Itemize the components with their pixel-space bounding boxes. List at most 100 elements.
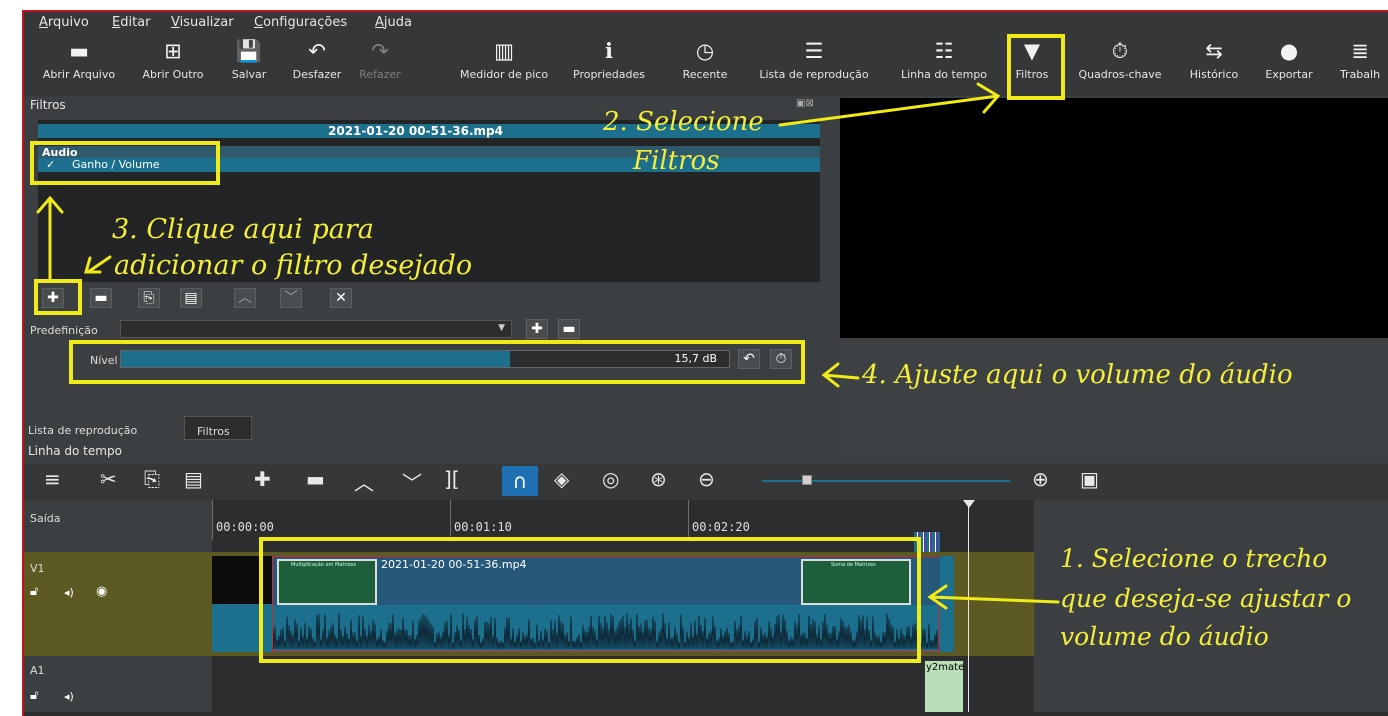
- tick-label: 00:02:20: [692, 520, 750, 534]
- annotation-step2-line1: 2. Selecione: [603, 107, 764, 137]
- menu-arquivo[interactable]: Arquivo: [39, 15, 89, 30]
- recent-button[interactable]: ◷ Recente: [674, 34, 736, 96]
- move-down-button[interactable]: ﹀: [280, 288, 302, 308]
- timeline-toolbar: ≡ ✂ ⎘ ▤ ✚ ▬ ︿ ﹀ ][ ∩ ◈ ◎ ⊛ ⊖ ⊕ ▣: [24, 464, 1388, 500]
- lift-icon[interactable]: ︿: [354, 467, 374, 496]
- playlist-button[interactable]: ☰ Lista de reprodução: [749, 34, 879, 96]
- menu-configuracoes[interactable]: Configurações: [254, 15, 347, 30]
- lock-icon[interactable]: 🔓︎: [30, 584, 38, 599]
- open-other-button[interactable]: ⊞ Abrir Outro: [138, 34, 208, 96]
- paste-icon[interactable]: ▤: [184, 467, 203, 491]
- copy-filter-button[interactable]: ⎘: [138, 288, 160, 308]
- zoom-in-icon[interactable]: ⊕: [1032, 467, 1049, 491]
- dock-tabs: Lista de reprodução Filtros: [24, 416, 824, 440]
- clock-icon: ◷: [695, 39, 715, 63]
- timeline-icon: ☷: [934, 39, 954, 63]
- audio-clip-y2mate[interactable]: y2mate: [924, 660, 964, 716]
- append-icon[interactable]: ✚: [254, 467, 271, 491]
- open-file-button[interactable]: ▬ Abrir Arquivo: [38, 34, 120, 96]
- status-strip: [24, 712, 1388, 716]
- v1-track-header: V1 🔓︎ ◂) ◉: [24, 552, 212, 656]
- save-icon: 💾: [235, 39, 263, 63]
- menu-ajuda[interactable]: Ajuda: [375, 15, 412, 30]
- database-icon: ≣: [1351, 39, 1369, 63]
- annotation-step3-line1: 3. Clique aqui para: [112, 214, 374, 245]
- mute-icon[interactable]: ◂): [64, 586, 74, 599]
- zoom-fit-icon[interactable]: ▣: [1080, 467, 1099, 491]
- chevron-down-icon: ▼: [498, 323, 505, 333]
- save-button[interactable]: 💾 Salvar: [228, 34, 270, 96]
- clip-tail[interactable]: [940, 556, 954, 652]
- paste-filter-button[interactable]: ▤: [180, 288, 202, 308]
- annotation-step3-line2: adicionar o filtro desejado: [114, 250, 473, 281]
- zoom-slider-handle[interactable]: [802, 475, 812, 485]
- filters-panel-title: Filtros: [30, 98, 66, 112]
- highlight-add-button: [34, 279, 82, 315]
- highlight-clip: [259, 537, 921, 663]
- annotation-step1-line3: volume do áudio: [1060, 622, 1269, 651]
- split-icon[interactable]: ][: [444, 467, 460, 491]
- copy-icon[interactable]: ⎘: [144, 467, 160, 491]
- output-label: Saída: [30, 512, 61, 525]
- highlight-filter-item: [30, 141, 220, 185]
- timeline-title: Linha do tempo: [28, 444, 122, 458]
- a1-track-header: A1 🔓︎ ◂): [24, 656, 212, 716]
- playhead-handle[interactable]: [963, 500, 975, 508]
- lock-icon[interactable]: 🔓︎: [30, 688, 38, 703]
- history-icon: ⇆: [1205, 39, 1223, 63]
- overwrite-icon[interactable]: ﹀: [402, 467, 422, 496]
- ripple-icon[interactable]: ◎: [602, 467, 619, 491]
- annotation-step4: 4. Ajuste aqui o volume do áudio: [862, 360, 1293, 390]
- tick-label: 00:01:10: [454, 520, 512, 534]
- tab-playlist[interactable]: Lista de reprodução: [28, 424, 137, 437]
- timeline-button[interactable]: ☷ Linha do tempo: [894, 34, 994, 96]
- zoom-out-icon[interactable]: ⊖: [698, 467, 715, 491]
- main-toolbar: ▬ Abrir Arquivo ⊞ Abrir Outro 💾 Salvar ↶ Des…: [24, 34, 1388, 96]
- undo-icon: ↶: [308, 39, 326, 63]
- export-icon: ●: [1279, 39, 1299, 63]
- open-other-icon: ⊞: [164, 39, 182, 63]
- undo-button[interactable]: ↶ Desfazer: [289, 34, 345, 96]
- panel-float-close-icon[interactable]: ▣⊠: [796, 98, 814, 109]
- preset-save-button[interactable]: ✚: [526, 319, 548, 339]
- annotation-step1-line2: que deseja-se ajustar o: [1060, 584, 1352, 613]
- a1-track[interactable]: [212, 656, 1034, 716]
- properties-button[interactable]: ℹ Propriedades: [564, 34, 654, 96]
- snap-icon[interactable]: ∩: [502, 466, 538, 496]
- keyframes-button[interactable]: ⏱ Quadros-chave: [1070, 34, 1170, 96]
- folder-icon: ▬: [69, 39, 89, 63]
- jobs-button[interactable]: ≣ Trabalh: [1330, 34, 1388, 96]
- zoom-slider[interactable]: [762, 475, 1010, 485]
- redo-button[interactable]: ↷ Refazer: [354, 34, 406, 96]
- tick-label: 00:00:00: [216, 520, 274, 534]
- remove-icon[interactable]: ▬: [306, 467, 325, 491]
- menu-editar[interactable]: Editar: [112, 15, 151, 30]
- deselect-filter-button[interactable]: ✕: [330, 288, 352, 308]
- move-up-button[interactable]: ︿: [234, 288, 256, 308]
- preset-dropdown[interactable]: ▼: [120, 320, 512, 338]
- playhead[interactable]: [968, 500, 969, 716]
- list-icon: ☰: [804, 39, 824, 63]
- tab-filters[interactable]: Filtros: [184, 416, 252, 440]
- history-button[interactable]: ⇆ Histórico: [1184, 34, 1244, 96]
- remove-filter-button[interactable]: ▬: [90, 288, 112, 308]
- redo-icon: ↷: [371, 39, 389, 63]
- video-preview[interactable]: [840, 98, 1388, 338]
- scrub-icon[interactable]: ◈: [554, 467, 569, 491]
- audio-clip-name: y2mate: [926, 662, 965, 673]
- preset-delete-button[interactable]: ▬: [558, 319, 580, 339]
- preset-label: Predefinição: [30, 324, 98, 337]
- eye-icon[interactable]: ◉: [96, 584, 107, 599]
- annotation-step2-line2: Filtros: [633, 146, 720, 176]
- highlight-filters-button: [1007, 34, 1065, 100]
- filter-clip-name: 2021-01-20 00-51-36.mp4: [328, 124, 503, 138]
- menu-icon[interactable]: ≡: [44, 467, 61, 491]
- export-button[interactable]: ● Exportar: [1258, 34, 1320, 96]
- menu-visualizar[interactable]: Visualizar: [171, 15, 234, 30]
- cut-icon[interactable]: ✂: [100, 467, 117, 491]
- ripple-all-icon[interactable]: ⊛: [650, 467, 667, 491]
- peak-meter-button[interactable]: ▥ Medidor de pico: [456, 34, 552, 96]
- mute-icon[interactable]: ◂): [64, 690, 74, 703]
- highlight-level-slider: [69, 340, 805, 384]
- a1-label: A1: [30, 664, 45, 677]
